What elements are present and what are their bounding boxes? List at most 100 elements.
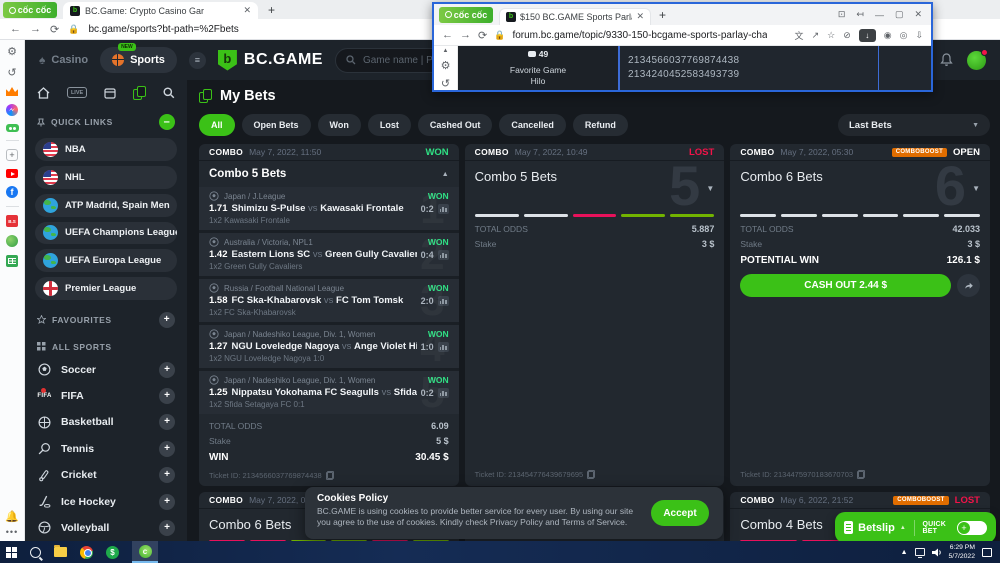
home-icon[interactable]: [37, 87, 50, 99]
sidebar-item-cricket[interactable]: Cricket+: [25, 462, 187, 488]
profile-icon[interactable]: ◎: [900, 30, 908, 41]
spreadsheet-icon[interactable]: [6, 255, 18, 267]
back-icon[interactable]: ←: [10, 23, 21, 35]
sidebar-item-tennis[interactable]: Tennis+: [25, 436, 187, 462]
chevron-down-icon[interactable]: ▼: [706, 184, 714, 193]
coccoc-logo-button[interactable]: cốc cốc: [439, 7, 493, 23]
forward-icon[interactable]: →: [30, 23, 41, 35]
url-text[interactable]: forum.bc.game/topic/9330-150-bcgame-spor…: [512, 30, 767, 41]
add-sport-button[interactable]: +: [159, 388, 175, 404]
nav-casino[interactable]: ♠Casino: [39, 53, 88, 67]
messenger-icon[interactable]: [6, 104, 18, 116]
add-sport-button[interactable]: +: [159, 414, 175, 430]
maximize-icon[interactable]: ▢: [895, 9, 904, 20]
filter-cancelled[interactable]: Cancelled: [499, 114, 566, 136]
nav-sports[interactable]: NEWSports: [100, 47, 177, 73]
sidebar-item-uefa-champions[interactable]: UEFA Champions League: [35, 222, 177, 245]
green-app-icon[interactable]: [6, 235, 18, 247]
downloads-tray-icon[interactable]: ⇩: [915, 30, 923, 41]
add-favourite-button[interactable]: +: [159, 312, 175, 328]
url-text[interactable]: bc.game/sports?bt-path=%2Fbets: [88, 24, 238, 35]
extension-icon[interactable]: ◉: [884, 30, 892, 41]
share-icon[interactable]: ↗: [812, 30, 820, 41]
back-icon[interactable]: ←: [442, 29, 453, 41]
sidebar-item-nhl[interactable]: NHL: [35, 166, 177, 189]
add-sport-button[interactable]: +: [159, 467, 175, 483]
more-icon[interactable]: •••: [6, 527, 18, 537]
coccoc-taskbar-icon[interactable]: c: [132, 541, 158, 563]
sidebar-item-premier-league[interactable]: Premier League: [35, 277, 177, 300]
chevron-down-icon[interactable]: ▼: [972, 184, 980, 193]
sidebar-item-volleyball[interactable]: Volleyball+: [25, 515, 187, 541]
filter-won[interactable]: Won: [318, 114, 361, 136]
browser-tab[interactable]: b BC.Game: Crypto Casino Gar ✕: [63, 2, 258, 19]
add-sport-button[interactable]: +: [159, 441, 175, 457]
gamepad-icon[interactable]: [6, 124, 19, 132]
accept-cookies-button[interactable]: Accept: [651, 500, 709, 526]
forward-icon[interactable]: →: [460, 29, 471, 41]
combo-title-row[interactable]: Combo 5 Bets▲: [199, 161, 459, 187]
bookmark-star-icon[interactable]: ☆: [827, 30, 835, 41]
history-icon[interactable]: ↺: [441, 77, 450, 90]
reload-icon[interactable]: ⟳: [478, 29, 487, 42]
copy-icon[interactable]: [326, 471, 334, 480]
youtube-icon[interactable]: [6, 169, 18, 178]
add-sport-button[interactable]: +: [159, 494, 175, 510]
sidebar-item-atp-madrid[interactable]: ATP Madrid, Spain Men: [35, 194, 177, 217]
filter-refund[interactable]: Refund: [573, 114, 628, 136]
red-app-icon[interactable]: B.S: [6, 215, 18, 227]
download-button-icon[interactable]: ↓: [859, 29, 876, 42]
network-icon[interactable]: [915, 548, 925, 556]
copy-icon[interactable]: [587, 470, 595, 479]
crown-icon[interactable]: [6, 87, 18, 96]
new-tab-button[interactable]: +: [659, 8, 666, 22]
facebook-icon[interactable]: f: [6, 186, 18, 198]
live-icon[interactable]: LIVE: [67, 87, 87, 98]
new-tab-button[interactable]: +: [268, 3, 275, 17]
sidebar-item-soccer[interactable]: Soccer+: [25, 357, 187, 383]
ticket-number[interactable]: 2134240452583493739: [628, 68, 931, 82]
sidebar-item-uefa-europa[interactable]: UEFA Europa League: [35, 249, 177, 272]
tray-expand-icon[interactable]: ▲: [901, 549, 908, 556]
cash-out-button[interactable]: CASH OUT 2.44 $: [740, 274, 951, 297]
sidebar-item-fifa[interactable]: FIFA FIFA+: [25, 383, 187, 409]
adblock-icon[interactable]: ⊘: [843, 30, 851, 41]
all-sports-header[interactable]: ALL SPORTS: [25, 333, 187, 357]
filter-open-bets[interactable]: Open Bets: [242, 114, 311, 136]
search-events-icon[interactable]: [163, 87, 175, 99]
quick-bet-toggle[interactable]: +: [957, 521, 987, 535]
tab-search-icon[interactable]: ⊡: [838, 9, 846, 20]
menu-button[interactable]: ≡: [189, 52, 206, 69]
pin-window-icon[interactable]: ↤: [856, 9, 864, 20]
speaker-icon[interactable]: [932, 548, 942, 557]
calendar-icon[interactable]: [104, 87, 116, 99]
tab-close-icon[interactable]: ✕: [243, 5, 251, 16]
add-shortcut-icon[interactable]: +: [6, 149, 18, 161]
add-sport-button[interactable]: +: [159, 520, 175, 536]
start-button-icon[interactable]: [6, 547, 17, 558]
taskbar-search-icon[interactable]: [30, 547, 41, 558]
filter-lost[interactable]: Lost: [368, 114, 411, 136]
sidebar-item-nba[interactable]: NBA: [35, 138, 177, 161]
scroll-up-icon[interactable]: ▲: [443, 48, 449, 54]
sidebar-item-basketball[interactable]: Basketball+: [25, 409, 187, 435]
bell-icon[interactable]: 🔔: [5, 510, 19, 523]
overlay-tab[interactable]: b $150 BC.GAME Sports Parlay ✕: [499, 8, 651, 25]
taskbar-clock[interactable]: 6:29 PM 5/7/2022: [949, 543, 975, 561]
favourites-header[interactable]: FAVOURITES +: [25, 303, 187, 333]
avatar[interactable]: [967, 51, 986, 70]
settings-icon[interactable]: ⚙: [7, 45, 17, 58]
copy-icon[interactable]: [857, 470, 865, 479]
settings-icon[interactable]: ⚙: [441, 59, 451, 72]
add-sport-button[interactable]: +: [159, 362, 175, 378]
filter-all[interactable]: All: [199, 114, 235, 136]
tab-close-icon[interactable]: ✕: [636, 11, 644, 22]
chrome-icon[interactable]: [80, 546, 93, 559]
reload-icon[interactable]: ⟳: [50, 23, 59, 36]
coccoc-logo-button[interactable]: cốc cốc: [3, 2, 57, 18]
finance-app-icon[interactable]: $: [106, 546, 119, 559]
my-bets-icon[interactable]: [133, 86, 146, 100]
brand[interactable]: BC.GAME: [218, 50, 323, 71]
history-icon[interactable]: ↺: [7, 66, 16, 79]
file-explorer-icon[interactable]: [54, 547, 67, 557]
